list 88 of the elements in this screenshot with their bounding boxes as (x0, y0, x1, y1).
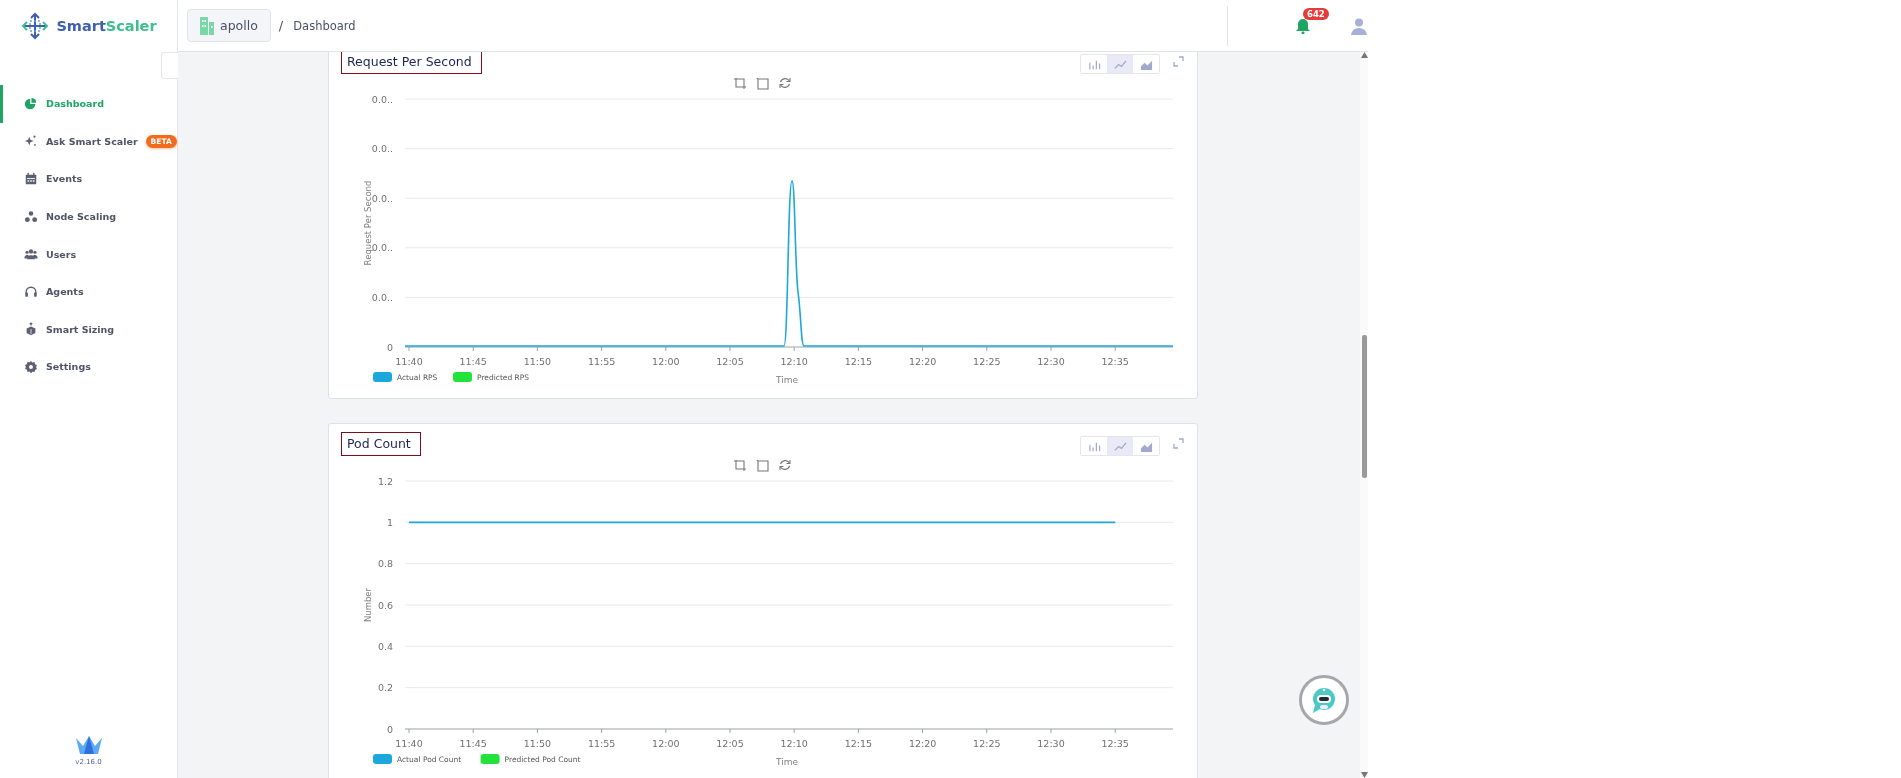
legend-swatch[interactable] (480, 754, 500, 764)
crop-icon[interactable] (734, 460, 746, 471)
nav-item[interactable]: Events (0, 160, 177, 198)
crop-back-icon[interactable] (756, 78, 768, 89)
sparkle-icon (24, 134, 38, 149)
y-tick-label: 0.0.. (371, 192, 393, 204)
breadcrumb-separator: / (278, 18, 284, 33)
headset-icon (24, 284, 38, 299)
refresh-icon[interactable] (780, 460, 790, 470)
y-tick-label: 0.2 (377, 682, 393, 694)
y-tick-label: 0.6 (377, 599, 393, 611)
breadcrumb-page: Dashboard (293, 18, 356, 33)
y-tick-label: 0 (386, 341, 393, 353)
x-tick-label: 12:30 (1037, 356, 1065, 367)
x-tick-label: 12:05 (716, 738, 744, 749)
x-tick-label: 11:55 (587, 738, 616, 749)
collapse-button[interactable] (161, 52, 178, 79)
x-tick-label: 11:55 (587, 356, 616, 367)
line-chart-icon (1113, 439, 1127, 453)
x-tick-label: 11:50 (523, 738, 552, 749)
line-chart-toggle[interactable] (1107, 437, 1133, 455)
cubes-icon (24, 209, 38, 224)
x-tick-label: 11:50 (523, 356, 552, 367)
y-tick-label: 0.0.. (371, 291, 393, 303)
x-tick-label: 12:10 (780, 356, 808, 367)
x-tick-label: 12:05 (716, 356, 744, 367)
x-tick-label: 12:10 (780, 738, 808, 749)
x-tick-label: 12:00 (652, 738, 680, 749)
x-tick-label: 11:45 (459, 738, 487, 749)
nav-item[interactable]: Agents (0, 272, 177, 311)
brand-name: SmartScaler (56, 18, 157, 34)
x-tick-label: 12:15 (844, 356, 873, 367)
y-tick-label: 1 (386, 516, 393, 528)
refresh-icon[interactable] (780, 78, 790, 88)
bell-icon[interactable] (1294, 16, 1312, 35)
y-tick-label: 1.2 (377, 475, 393, 487)
y-axis-title: Number (363, 587, 373, 623)
expand-icon[interactable] (1173, 56, 1184, 67)
x-tick-label: 12:25 (973, 738, 1001, 749)
x-tick-label: 12:35 (1101, 356, 1129, 367)
x-tick-label: 12:20 (908, 356, 937, 367)
calendar-icon (24, 172, 38, 186)
y-tick-label: 0 (386, 723, 393, 735)
x-axis-title: Time (776, 375, 798, 385)
y-axis-title: Request Per Second (363, 180, 373, 266)
y-tick-label: 0.0.. (371, 93, 393, 105)
x-tick-label: 12:00 (652, 356, 680, 367)
legend-swatch[interactable] (373, 372, 392, 382)
crop-back-icon[interactable] (756, 460, 768, 471)
line-chart-icon (1113, 57, 1127, 71)
chart-title: Pod Count (341, 432, 421, 456)
crown-icon (74, 735, 103, 755)
nav-item[interactable]: Smart Sizing (0, 310, 177, 349)
scroll-up-icon[interactable] (1360, 52, 1368, 58)
x-tick-label: 12:15 (844, 738, 873, 749)
x-axis-title: Time (776, 757, 798, 767)
nav-item[interactable]: Node Scaling (0, 197, 177, 236)
x-tick-label: 12:30 (1037, 738, 1065, 749)
x-tick-label: 12:20 (908, 738, 937, 749)
pie-chart-icon (24, 96, 38, 111)
x-tick-label: 12:25 (973, 356, 1001, 367)
notification-badge: 642 (1303, 7, 1329, 20)
y-tick-label: 0.0.. (371, 143, 393, 155)
settings-icon (24, 359, 38, 374)
nav-item[interactable]: Users (0, 235, 177, 273)
y-tick-label: 0.8 (377, 558, 393, 570)
robot-chat-icon (1310, 686, 1338, 714)
crop-icon[interactable] (734, 78, 746, 89)
legend-swatch[interactable] (373, 754, 392, 764)
legend-swatch[interactable] (453, 372, 472, 382)
expand-icon[interactable] (1173, 438, 1184, 449)
cube-arrows-icon (24, 322, 38, 337)
x-tick-label: 11:40 (395, 356, 423, 367)
scrollbar[interactable] (1360, 52, 1368, 778)
arrows-logo-icon (20, 12, 51, 40)
organization-button[interactable]: apollo (187, 9, 271, 42)
x-tick-label: 11:45 (459, 356, 487, 367)
nav-item[interactable]: Settings (0, 348, 177, 386)
x-tick-label: 11:40 (395, 738, 423, 749)
building-icon (200, 16, 214, 35)
scroll-down-icon[interactable] (1360, 772, 1368, 778)
user-avatar-icon[interactable] (1350, 16, 1368, 35)
line-chart-toggle[interactable] (1107, 55, 1133, 73)
y-tick-label: 0.0.. (371, 242, 393, 254)
chart-title: Request Per Second (341, 52, 482, 74)
x-tick-label: 12:35 (1101, 738, 1129, 749)
y-tick-label: 0.4 (377, 640, 393, 652)
users-icon (24, 247, 38, 262)
